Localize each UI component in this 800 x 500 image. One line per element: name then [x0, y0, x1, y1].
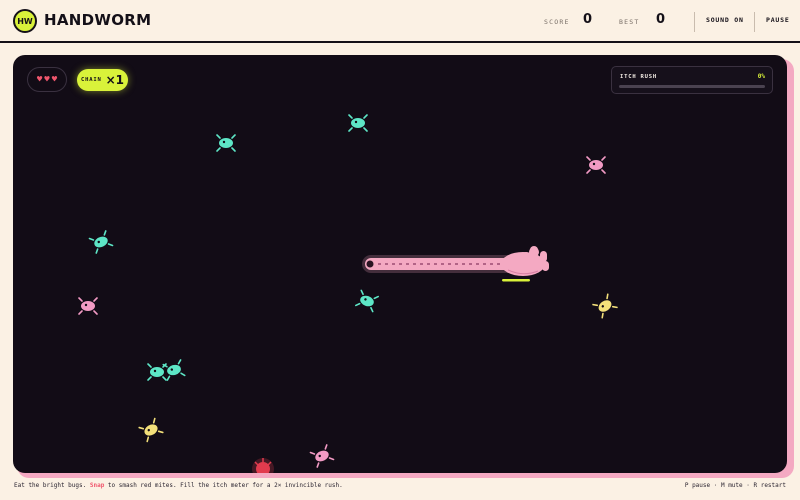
snack-bug	[307, 441, 336, 470]
meter-percent: 0%	[757, 73, 765, 80]
meter-track	[619, 85, 765, 88]
pause-button[interactable]: PAUSE	[766, 16, 790, 24]
meter-label: ITCH RUSH	[620, 74, 658, 80]
heart-icon: ♥	[44, 74, 50, 85]
top-bar: HW HANDWORM SCORE 0 BEST 0 SOUND ON PAUS…	[0, 0, 800, 43]
chain-label: CHAIN	[81, 77, 102, 83]
bright-bug	[86, 227, 115, 256]
header-divider	[754, 12, 755, 32]
heart-icon: ♥	[36, 74, 43, 85]
keyboard-shortcuts: P pause · M mute · R restart	[684, 482, 786, 489]
heart-icon: ♥	[51, 74, 58, 85]
score-label: SCORE	[544, 18, 570, 26]
logo-badge: HW	[13, 9, 37, 33]
hint-text: to smash red mites. Fill the itch meter …	[104, 482, 343, 489]
score-value: 0	[583, 12, 593, 27]
sound-toggle-button[interactable]: SOUND ON	[706, 16, 744, 24]
snack-bug	[77, 295, 99, 317]
best-value: 0	[656, 12, 666, 27]
instructions-text: Eat the bright bugs. Snap to smash red m…	[14, 482, 343, 489]
snack-bug	[585, 154, 607, 176]
gold-bug	[136, 415, 166, 445]
header-divider	[694, 12, 695, 32]
lives-indicator: ♥ ♥ ♥	[27, 67, 67, 92]
bright-bug	[215, 132, 237, 154]
game-board[interactable]: ♥ ♥ ♥ CHAIN ×1 ITCH RUSH 0%	[13, 55, 787, 473]
handworm-player	[362, 246, 549, 282]
bright-bug	[161, 357, 188, 384]
snap-keyword: Snap	[89, 482, 105, 489]
chain-value: ×1	[105, 73, 124, 87]
game-title: HANDWORM	[44, 11, 152, 29]
bright-bug	[347, 112, 369, 134]
chain-multiplier-badge: CHAIN ×1	[77, 69, 128, 91]
hint-text: Eat the bright bugs.	[14, 482, 90, 489]
bright-bug	[353, 287, 381, 315]
red-mite	[251, 457, 274, 473]
itch-rush-meter: ITCH RUSH 0%	[611, 66, 773, 94]
gold-bug	[590, 291, 621, 322]
best-label: BEST	[619, 18, 640, 26]
